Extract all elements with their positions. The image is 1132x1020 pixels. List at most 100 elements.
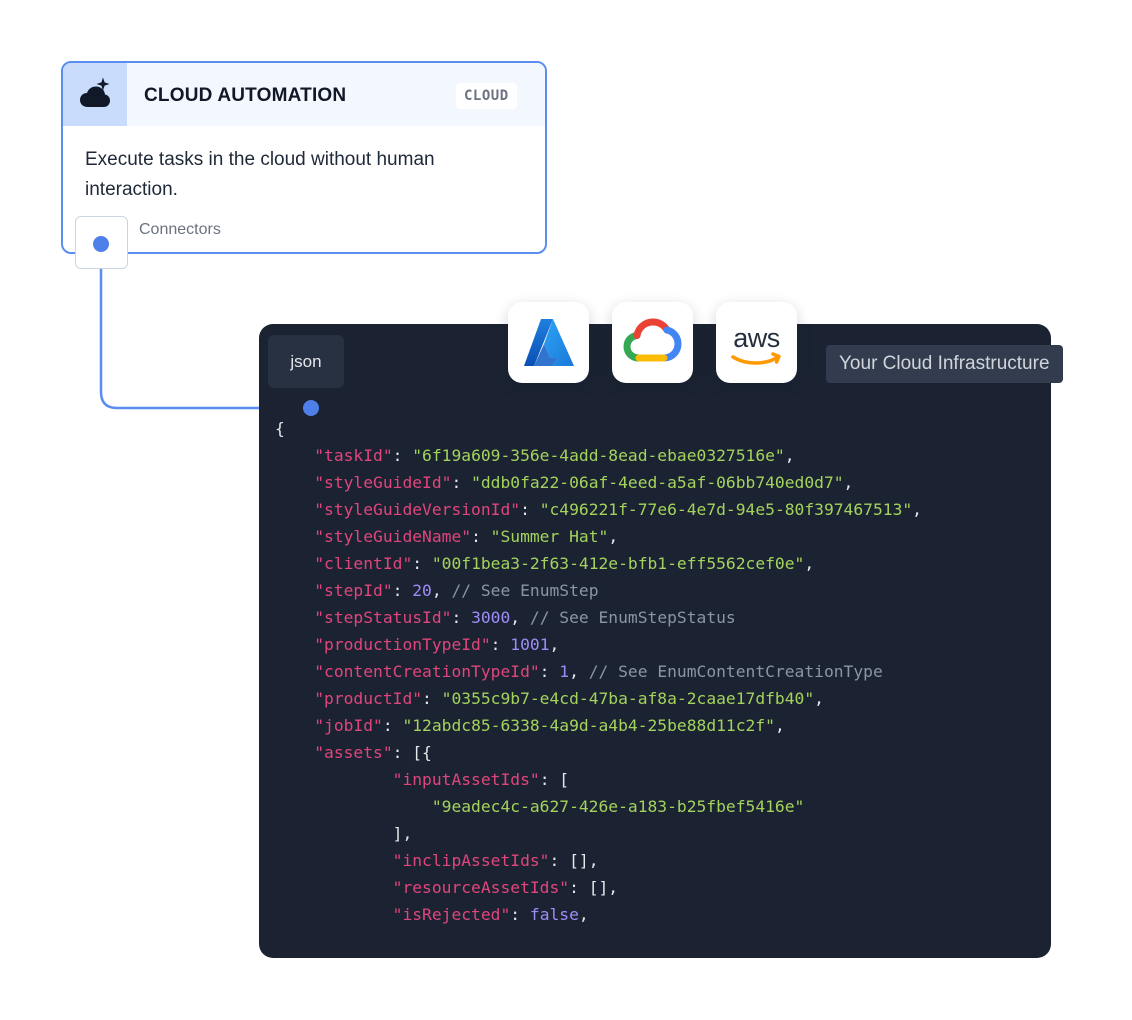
code-token: :	[451, 473, 472, 492]
code-token: : [],	[569, 878, 619, 897]
code-token: :	[392, 581, 413, 600]
code-line: "stepId": 20, // See EnumStep	[275, 577, 922, 604]
code-line: {	[275, 415, 922, 442]
code-line: "taskId": "6f19a609-356e-4add-8ead-ebae0…	[275, 442, 922, 469]
code-token: :	[510, 905, 530, 924]
code-token: : [{	[392, 743, 432, 762]
code-token: :	[471, 527, 491, 546]
code-line: "isRejected": false,	[275, 901, 922, 928]
code-token: "12abdc85-6338-4a9d-a4b4-25be88d11c2f"	[402, 716, 775, 735]
code-line: "stepStatusId": 3000, // See EnumStepSta…	[275, 604, 922, 631]
code-token: "productionTypeId"	[314, 635, 491, 654]
aws-logo: aws	[716, 302, 797, 383]
code-token: "stepId"	[314, 581, 393, 600]
code-token: "styleGuideId"	[314, 473, 452, 492]
azure-icon	[524, 319, 574, 366]
code-line: "inclipAssetIds": [],	[275, 847, 922, 874]
code-token: ,	[510, 608, 530, 627]
code-token: "resourceAssetIds"	[392, 878, 570, 897]
aws-smile-icon	[731, 352, 781, 365]
card-title: CLOUD AUTOMATION	[144, 85, 347, 106]
code-token: // See EnumStep	[451, 581, 599, 600]
code-token: ,	[608, 527, 619, 546]
code-token: "styleGuideName"	[314, 527, 472, 546]
code-line: "jobId": "12abdc85-6338-4a9d-a4b4-25be88…	[275, 712, 922, 739]
code-token: "styleGuideVersionId"	[314, 500, 521, 519]
code-token: // See EnumStepStatus	[529, 608, 736, 627]
code-line: "9eadec4c-a627-426e-a183-b25fbef5416e"	[275, 793, 922, 820]
code-token: ,	[804, 554, 815, 573]
code-token: "jobId"	[314, 716, 383, 735]
code-line: "styleGuideId": "ddb0fa22-06af-4eed-a5af…	[275, 469, 922, 496]
json-code-panel: json { "taskId": "6f19a609-356e-4add-8ea…	[259, 324, 1051, 958]
code-token: "inputAssetIds"	[392, 770, 540, 789]
code-token: "00f1bea3-2f63-412e-bfb1-eff5562cef0e"	[431, 554, 805, 573]
card-icon-box	[63, 63, 127, 126]
code-token: ,	[912, 500, 922, 519]
cloud-infrastructure-label: Your Cloud Infrastructure	[826, 345, 1063, 383]
code-token: false	[529, 905, 579, 924]
code-line: "resourceAssetIds": [],	[275, 874, 922, 901]
code-token: "9eadec4c-a627-426e-a183-b25fbef5416e"	[431, 797, 805, 816]
code-token: "c496221f-77e6-4e7d-94e5-80f397467513"	[539, 500, 913, 519]
code-token: "productId"	[314, 689, 423, 708]
code-line: ],	[275, 820, 922, 847]
code-token: {	[275, 419, 285, 438]
code-token: :	[490, 635, 511, 654]
code-token: :	[382, 716, 403, 735]
card-category-badge: CLOUD	[456, 83, 517, 109]
code-token: "Summer Hat"	[490, 527, 609, 546]
card-description: Execute tasks in the cloud without human…	[85, 149, 435, 200]
card-header: CLOUD AUTOMATION CLOUD	[63, 63, 545, 126]
code-token: ,	[549, 635, 560, 654]
code-line: "styleGuideVersionId": "c496221f-77e6-4e…	[275, 496, 922, 523]
cloud-automation-card[interactable]: CLOUD AUTOMATION CLOUD Execute tasks in …	[61, 61, 547, 254]
google-cloud-icon	[623, 318, 682, 362]
code-line: "contentCreationTypeId": 1, // See EnumC…	[275, 658, 922, 685]
code-token: :	[451, 608, 472, 627]
code-token: 20	[412, 581, 432, 600]
code-token: :	[422, 689, 442, 708]
code-token: "taskId"	[314, 446, 393, 465]
code-token: ,	[784, 446, 795, 465]
code-line: "productId": "0355c9b7-e4cd-47ba-af8a-2c…	[275, 685, 922, 712]
code-token: "ddb0fa22-06af-4eed-a5af-06bb740ed0d7"	[471, 473, 844, 492]
code-token: ,	[843, 473, 854, 492]
code-token: "isRejected"	[392, 905, 511, 924]
code-token: ,	[569, 662, 589, 681]
code-token: ,	[578, 905, 589, 924]
code-token: // See EnumContentCreationType	[588, 662, 883, 681]
code-token: 3000	[471, 608, 511, 627]
code-token: "0355c9b7-e4cd-47ba-af8a-2caae17dfb40"	[441, 689, 815, 708]
code-token: "inclipAssetIds"	[392, 851, 550, 870]
code-token: ,	[431, 581, 452, 600]
connector-port[interactable]	[75, 216, 128, 269]
code-line: "productionTypeId": 1001,	[275, 631, 922, 658]
code-line: "inputAssetIds": [	[275, 766, 922, 793]
code-line: "clientId": "00f1bea3-2f63-412e-bfb1-eff…	[275, 550, 922, 577]
code-token: 1001	[510, 635, 550, 654]
code-block: { "taskId": "6f19a609-356e-4add-8ead-eba…	[275, 415, 922, 928]
code-token: : [	[539, 770, 570, 789]
code-token: "clientId"	[314, 554, 413, 573]
azure-logo	[508, 302, 589, 383]
code-token: :	[412, 554, 432, 573]
code-token: "contentCreationTypeId"	[314, 662, 540, 681]
connectors-label: Connectors	[139, 221, 221, 238]
code-token: "6f19a609-356e-4add-8ead-ebae0327516e"	[412, 446, 785, 465]
code-token: "assets"	[314, 743, 393, 762]
code-token: ,	[774, 716, 785, 735]
code-token: :	[520, 500, 540, 519]
code-line: "assets": [{	[275, 739, 922, 766]
code-token: "stepStatusId"	[314, 608, 452, 627]
google-cloud-logo	[612, 302, 693, 383]
code-token: ,	[814, 689, 824, 708]
code-line: "styleGuideName": "Summer Hat",	[275, 523, 922, 550]
code-token: 1	[559, 662, 570, 681]
code-token: :	[392, 446, 413, 465]
code-token: : [],	[549, 851, 599, 870]
code-token: ],	[392, 824, 413, 843]
code-token: :	[539, 662, 560, 681]
cloud-sparkle-icon	[80, 77, 110, 107]
language-tab[interactable]: json	[268, 335, 344, 388]
